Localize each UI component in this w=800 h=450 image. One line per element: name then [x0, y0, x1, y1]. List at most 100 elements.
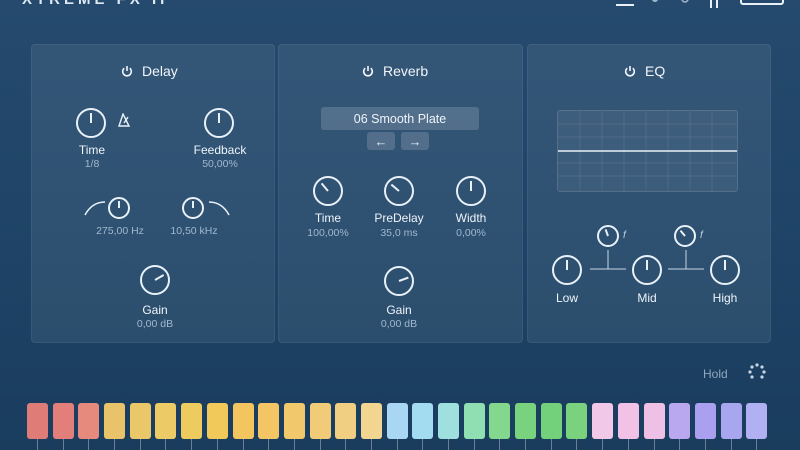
eq-high-freq-symbol: f — [700, 230, 703, 241]
reverb-predelay-knob[interactable] — [384, 176, 414, 206]
pad-key[interactable] — [694, 403, 716, 439]
pad-key[interactable] — [489, 403, 511, 439]
pad-key-stem — [756, 439, 758, 450]
pad-key[interactable] — [643, 403, 665, 439]
pad-key-stem — [730, 439, 732, 450]
pad-key[interactable] — [617, 403, 639, 439]
pad-key[interactable] — [386, 403, 408, 439]
delay-time-label: Time — [78, 143, 106, 157]
pad-key[interactable] — [669, 403, 691, 439]
pad-key[interactable] — [360, 403, 382, 439]
pad-key[interactable] — [52, 403, 74, 439]
eq-title: EQ — [645, 63, 666, 79]
pad-key-stem — [191, 439, 193, 450]
eq-high-freq-knob[interactable] — [674, 225, 696, 247]
pad-key[interactable] — [155, 403, 177, 439]
pad-key[interactable] — [283, 403, 305, 439]
reverb-next-preset-button[interactable]: → — [401, 132, 429, 150]
pad-key-stem — [139, 439, 141, 450]
menu-icon[interactable] — [616, 0, 634, 6]
eq-mid-knob[interactable] — [632, 255, 662, 285]
pad-key-stem — [602, 439, 604, 450]
tempo-sync-icon[interactable] — [117, 113, 131, 127]
reverb-predelay-label: PreDelay — [374, 211, 424, 225]
delay-header: Delay — [121, 62, 178, 80]
pad-key[interactable] — [309, 403, 331, 439]
reverb-gain-value: 0,00 dB — [380, 318, 418, 330]
eq-curve-display[interactable] — [557, 110, 738, 192]
reverb-time-label: Time — [314, 211, 342, 225]
pad-key[interactable] — [335, 403, 357, 439]
pad-key[interactable] — [258, 403, 280, 439]
pad-key[interactable] — [438, 403, 460, 439]
eq-mid-label: Mid — [637, 291, 657, 305]
pad-key-stem — [704, 439, 706, 450]
reverb-time-knob[interactable] — [313, 176, 343, 206]
pad-key[interactable] — [592, 403, 614, 439]
undo-icon[interactable] — [650, 0, 660, 6]
delay-lowcut-value: 275,00 Hz — [96, 225, 144, 237]
pad-keys — [27, 403, 772, 450]
app-brand: XTREME FX II — [22, 0, 168, 8]
pad-key-stem — [62, 439, 64, 450]
delay-highcut-knob[interactable] — [182, 197, 204, 219]
delay-gain-label: Gain — [142, 303, 168, 317]
eq-high-label: High — [712, 291, 738, 305]
pad-key[interactable] — [463, 403, 485, 439]
eq-low-mid-crossover-icon — [590, 250, 626, 270]
reverb-power-icon[interactable] — [362, 65, 374, 77]
reverb-prev-preset-button[interactable]: ← — [367, 132, 395, 150]
pad-key[interactable] — [720, 403, 742, 439]
loading-dots-icon[interactable] — [747, 363, 767, 381]
delay-gain-value: 0,00 dB — [136, 318, 174, 330]
top-bar: XTREME FX II — [0, 0, 800, 14]
hold-button[interactable]: Hold — [703, 367, 728, 381]
delay-lowcut-knob[interactable] — [108, 197, 130, 219]
pad-key-stem — [576, 439, 578, 450]
pad-key-stem — [653, 439, 655, 450]
pad-key[interactable] — [104, 403, 126, 439]
lowcut-filter-icon — [84, 201, 106, 216]
reverb-predelay-value: 35,0 ms — [380, 227, 418, 239]
delay-power-icon[interactable] — [121, 65, 133, 77]
highcut-filter-icon — [208, 201, 230, 216]
pad-key[interactable] — [515, 403, 537, 439]
logo-icon — [740, 0, 784, 5]
reverb-title: Reverb — [383, 63, 429, 79]
delay-gain-knob[interactable] — [140, 265, 170, 295]
eq-low-knob[interactable] — [552, 255, 582, 285]
pad-key-stem — [679, 439, 681, 450]
reverb-gain-knob[interactable] — [384, 266, 414, 296]
delay-time-knob[interactable] — [76, 108, 106, 138]
reverb-width-knob[interactable] — [456, 176, 486, 206]
pad-key-stem — [165, 439, 167, 450]
pad-key[interactable] — [746, 403, 768, 439]
eq-power-icon[interactable] — [624, 65, 636, 77]
pad-key[interactable] — [206, 403, 228, 439]
pad-key-stem — [242, 439, 244, 450]
pad-key-stem — [319, 439, 321, 450]
reverb-gain-label: Gain — [386, 303, 412, 317]
pad-key-stem — [268, 439, 270, 450]
eq-low-freq-symbol: f — [623, 230, 626, 241]
pad-key[interactable] — [78, 403, 100, 439]
delay-feedback-value: 50,00% — [202, 158, 238, 170]
pad-key-stem — [525, 439, 527, 450]
pad-key-stem — [114, 439, 116, 450]
eq-high-knob[interactable] — [710, 255, 740, 285]
reverb-preset-selector[interactable]: 06 Smooth Plate — [321, 107, 479, 130]
delay-feedback-knob[interactable] — [204, 108, 234, 138]
pad-key[interactable] — [27, 403, 48, 439]
settings-icon[interactable] — [678, 0, 692, 6]
pad-key[interactable] — [129, 403, 151, 439]
reverb-header: Reverb — [362, 62, 428, 80]
pad-key[interactable] — [232, 403, 254, 439]
pad-key[interactable] — [540, 403, 562, 439]
pad-key[interactable] — [412, 403, 434, 439]
delay-feedback-label: Feedback — [193, 143, 247, 157]
eq-low-freq-knob[interactable] — [597, 225, 619, 247]
pad-key-stem — [499, 439, 501, 450]
pad-key-stem — [396, 439, 398, 450]
pad-key[interactable] — [181, 403, 203, 439]
pad-key[interactable] — [566, 403, 588, 439]
